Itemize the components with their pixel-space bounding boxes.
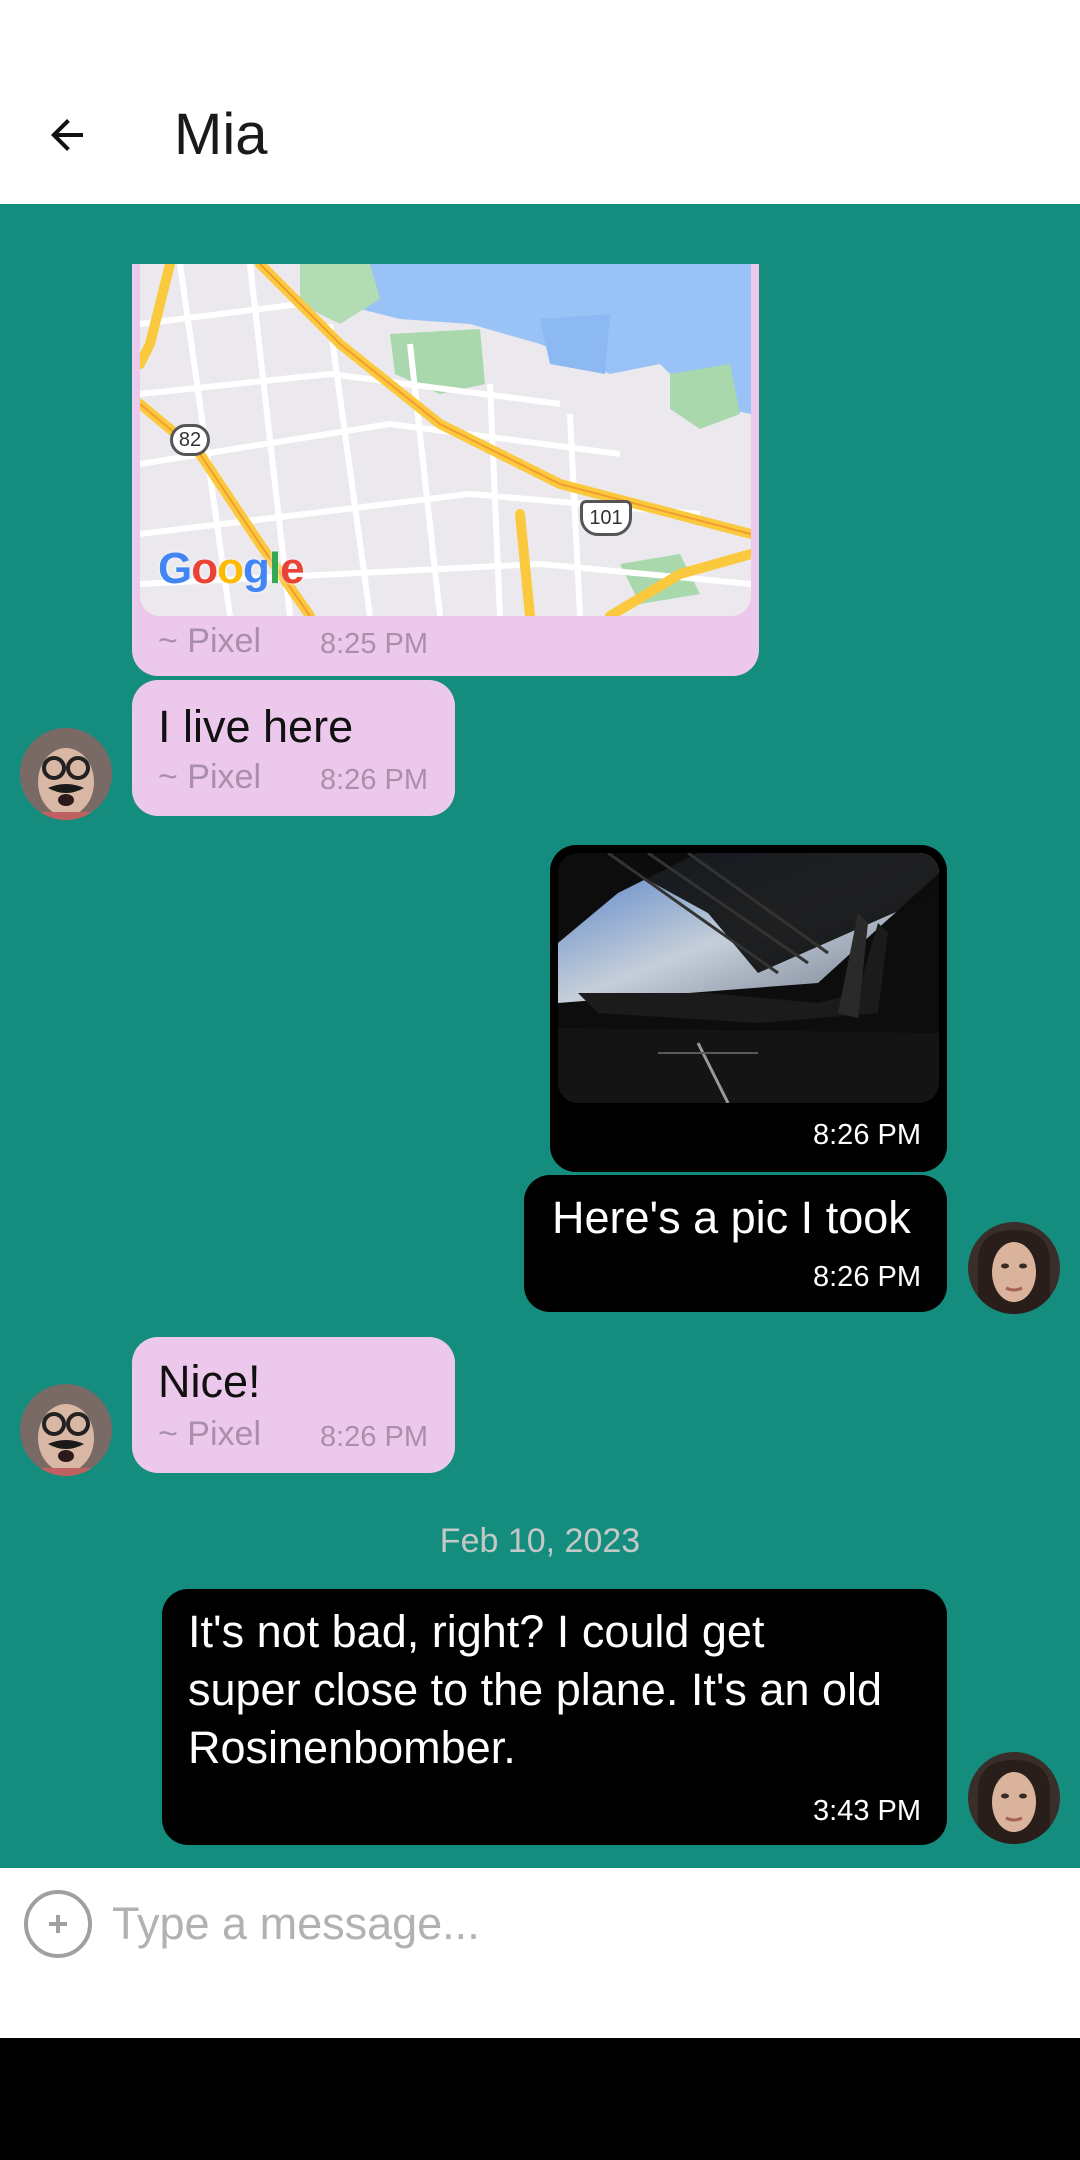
message-time: 8:26 PM [320,1421,428,1453]
message-text-line: It's not bad, right? I could get [188,1606,765,1657]
arrow-left-icon [51,119,83,151]
message-sender: ~ Pixel [158,1415,261,1453]
avatar-self[interactable] [968,1222,1060,1314]
map-preview[interactable]: 82 101 Google [140,264,751,616]
message-text: Here's a pic I took [552,1192,911,1243]
message-bubble-text[interactable]: Nice! ~ Pixel 8:26 PM [132,1337,455,1473]
message-input[interactable] [112,1882,1032,1966]
message-time: 3:43 PM [813,1795,921,1827]
plus-icon [49,1915,67,1933]
message-time: 8:26 PM [813,1119,921,1151]
message-time: 8:26 PM [813,1261,921,1293]
message-text-line: super close to the plane. It's an old [188,1664,883,1715]
message-text: Nice! [158,1356,261,1407]
conversation-title: Mia [174,102,268,167]
message-sender: ~ Pixel [158,758,261,796]
status-bar [0,0,1080,66]
back-button[interactable] [30,98,104,172]
message-sender: ~ Pixel [158,622,261,660]
message-time: 8:26 PM [320,764,428,796]
message-text-line: Rosinenbomber. [188,1722,516,1773]
system-navigation-bar [0,2038,1080,2160]
route-shield-101: 101 [580,500,632,536]
message-bubble-text[interactable]: Here's a pic I took 8:26 PM [524,1175,947,1312]
route-shield-82: 82 [170,424,210,456]
message-bubble-text[interactable]: It's not bad, right? I could get super c… [162,1589,947,1845]
google-logo: Google [158,544,305,593]
avatar-self[interactable] [968,1752,1060,1844]
message-bubble-map[interactable]: 82 101 Google ~ Pixel 8:25 PM [132,264,759,676]
message-bubble-text[interactable]: I live here ~ Pixel 8:26 PM [132,680,455,816]
attach-button[interactable] [24,1890,92,1958]
message-composer [0,1868,1080,2038]
message-text: I live here [158,701,354,752]
message-time: 8:25 PM [320,628,428,660]
message-list[interactable]: 82 101 Google ~ Pixel 8:25 PM I live her… [0,204,1080,1868]
app-bar: Mia [0,66,1080,204]
message-bubble-image[interactable]: 8:26 PM [550,845,947,1172]
photo-preview[interactable] [558,853,939,1103]
avatar-mia[interactable] [20,1384,112,1476]
date-separator: Feb 10, 2023 [439,1522,641,1560]
avatar-mia[interactable] [20,728,112,820]
